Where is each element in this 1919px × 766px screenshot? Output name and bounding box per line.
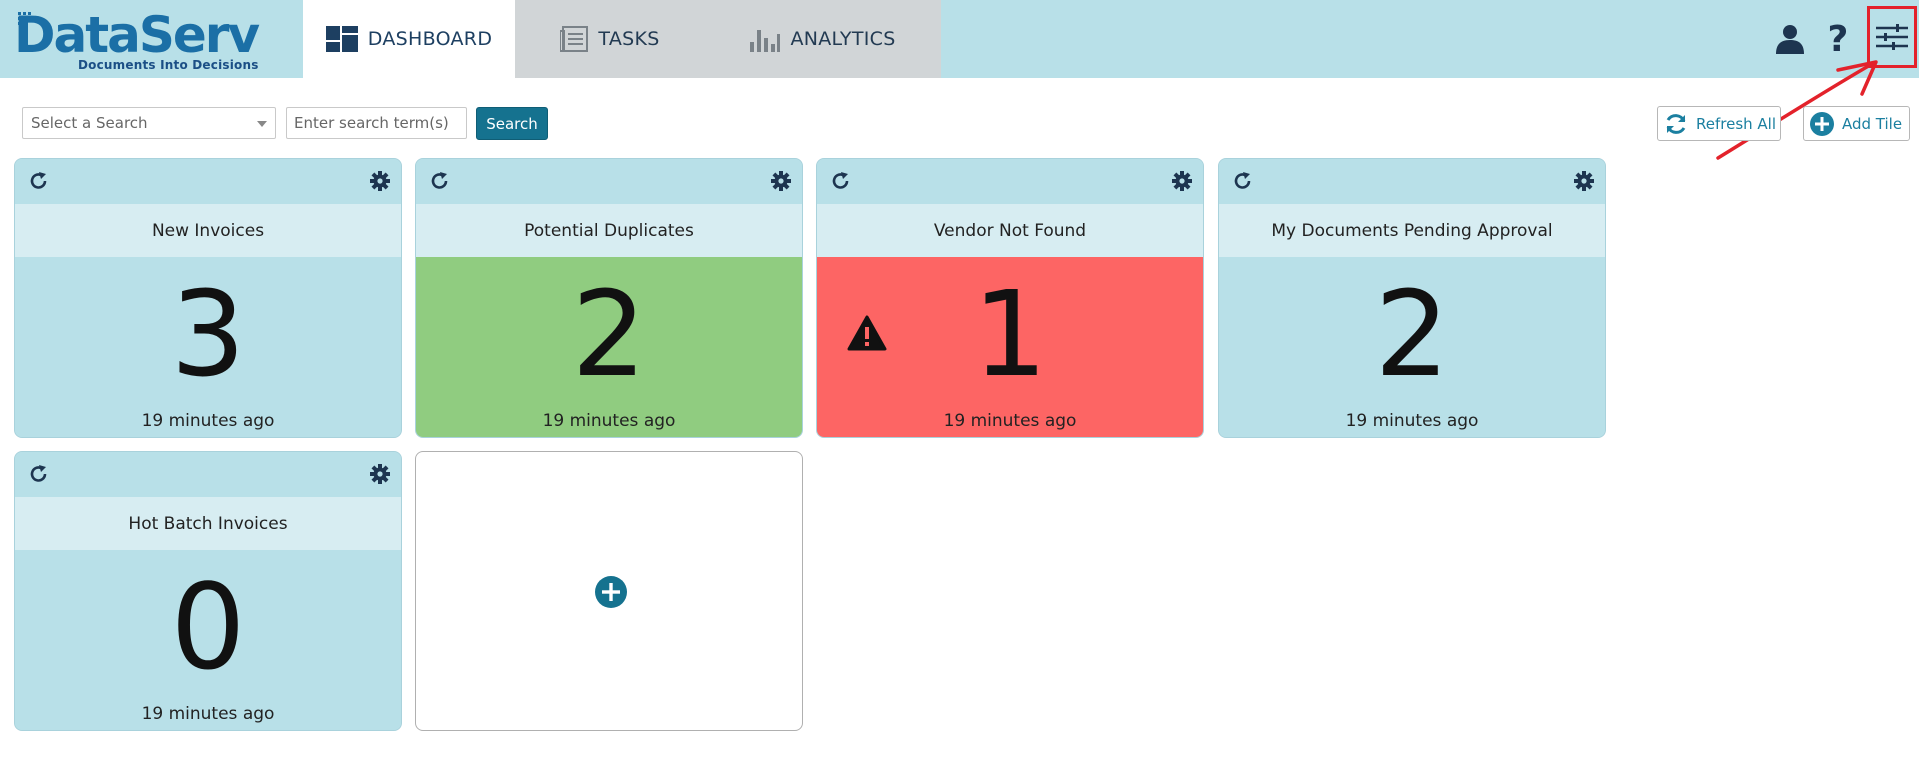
tile-header [817, 159, 1203, 204]
refresh-icon[interactable] [27, 462, 51, 486]
tile-updated-time: 19 minutes ago [141, 411, 275, 431]
sliders-icon [1876, 24, 1908, 50]
tile-title: Potential Duplicates [416, 204, 802, 257]
tile-title: Vendor Not Found [817, 204, 1203, 257]
tasks-icon [560, 26, 589, 52]
gear-icon[interactable] [1170, 169, 1194, 193]
tab-tasks[interactable]: TASKS [515, 0, 705, 78]
refresh-icon[interactable] [27, 169, 51, 193]
tab-analytics-label: ANALYTICS [790, 28, 896, 50]
add-tile-placeholder[interactable] [415, 451, 803, 731]
search-button[interactable]: Search [476, 107, 548, 140]
gear-icon[interactable] [368, 462, 392, 486]
plus-circle-icon[interactable] [595, 576, 627, 608]
gear-icon[interactable] [368, 169, 392, 193]
tile-body: 2 19 minutes ago [1219, 257, 1605, 437]
tile-body: 3 19 minutes ago [15, 257, 401, 437]
tile-count: 2 [1374, 265, 1450, 403]
tile-header [416, 159, 802, 204]
logo-tagline: Documents Into Decisions [78, 58, 259, 72]
tile-count: 1 [972, 265, 1048, 403]
tile-updated-time: 19 minutes ago [1345, 411, 1479, 431]
search-term-input[interactable] [286, 107, 467, 139]
dataserv-logo[interactable]: DataServ ® Documents Into Decisions [14, 6, 264, 74]
select-search-placeholder: Select a Search [31, 114, 148, 132]
refresh-icon[interactable] [428, 169, 452, 193]
select-search-dropdown[interactable]: Select a Search [22, 107, 276, 139]
tab-analytics[interactable]: ANALYTICS [705, 0, 941, 78]
tile-title: My Documents Pending Approval [1219, 204, 1605, 257]
tile-my-documents-pending-approval[interactable]: My Documents Pending Approval 2 19 minut… [1218, 158, 1606, 438]
tile-header [1219, 159, 1605, 204]
refresh-all-button[interactable]: Refresh All [1657, 106, 1781, 141]
tile-count: 2 [571, 265, 647, 403]
tile-updated-time: 19 minutes ago [542, 411, 676, 431]
add-tile-button[interactable]: Add Tile [1803, 106, 1910, 141]
tile-header [15, 452, 401, 497]
gear-icon[interactable] [769, 169, 793, 193]
tile-title: New Invoices [15, 204, 401, 257]
add-tile-label: Add Tile [1842, 114, 1903, 133]
tile-header [15, 159, 401, 204]
logo-wordmark: DataServ [14, 6, 260, 64]
logo-trademark: ® [246, 32, 255, 42]
tile-body: 0 19 minutes ago [15, 550, 401, 730]
gear-icon[interactable] [1572, 169, 1596, 193]
tile-body: 2 19 minutes ago [416, 257, 802, 437]
tile-count: 0 [170, 558, 246, 696]
settings-highlight-box[interactable] [1867, 6, 1917, 68]
refresh-icon[interactable] [1231, 169, 1255, 193]
tile-title: Hot Batch Invoices [15, 497, 401, 550]
tile-count: 3 [170, 265, 246, 403]
user-icon[interactable] [1772, 18, 1808, 60]
dashboard-icon [325, 26, 358, 52]
main-tabs: DASHBOARD TASKS ANALYTICS [303, 0, 941, 78]
help-icon[interactable]: ? [1818, 18, 1858, 60]
refresh-icon[interactable] [829, 169, 853, 193]
tile-vendor-not-found[interactable]: Vendor Not Found 1 19 minutes ago [816, 158, 1204, 438]
tile-hot-batch-invoices[interactable]: Hot Batch Invoices 0 19 minutes ago [14, 451, 402, 731]
tab-dashboard-label: DASHBOARD [367, 28, 493, 50]
refresh-all-icon [1666, 113, 1686, 134]
refresh-all-label: Refresh All [1696, 114, 1777, 133]
tab-tasks-label: TASKS [598, 28, 660, 50]
top-header: DataServ ® Documents Into Decisions DASH… [0, 0, 1919, 78]
tab-dashboard[interactable]: DASHBOARD [303, 0, 515, 78]
tile-body: 1 19 minutes ago [817, 257, 1203, 437]
tile-new-invoices[interactable]: New Invoices 3 19 minutes ago [14, 158, 402, 438]
plus-circle-icon [1810, 111, 1834, 136]
analytics-icon [750, 30, 781, 52]
tile-potential-duplicates[interactable]: Potential Duplicates 2 19 minutes ago [415, 158, 803, 438]
chevron-down-icon [257, 121, 267, 127]
tile-updated-time: 19 minutes ago [141, 704, 275, 724]
tile-updated-time: 19 minutes ago [943, 411, 1077, 431]
